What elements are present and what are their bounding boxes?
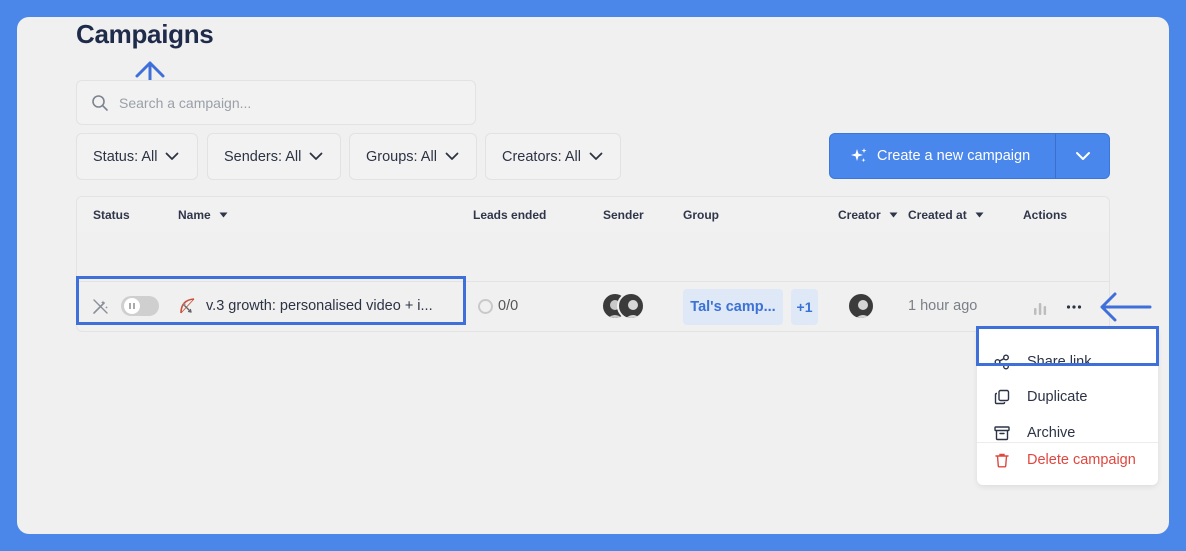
archive-icon <box>994 426 1010 441</box>
bar-chart-icon[interactable] <box>1032 300 1048 316</box>
app-frame: Campaigns Status: All Senders: All Group… <box>17 17 1169 534</box>
menu-item-duplicate[interactable]: Duplicate <box>977 379 1158 415</box>
delete-campaign-label: Delete campaign <box>1027 452 1136 468</box>
header-leads-ended-label: Leads ended <box>473 208 547 222</box>
header-created-at-label: Created at <box>908 208 967 222</box>
header-group-label: Group <box>683 208 719 222</box>
create-campaign-button[interactable]: Create a new campaign <box>830 134 1055 178</box>
header-status-label: Status <box>93 208 130 222</box>
groups-filter-label: Groups: All <box>366 148 437 165</box>
search-box[interactable] <box>76 80 476 125</box>
group-more-chip[interactable]: +1 <box>791 289 818 325</box>
create-campaign-dropdown-button[interactable] <box>1056 134 1110 178</box>
header-created-at[interactable]: Created at <box>908 208 984 222</box>
creators-filter-label: Creators: All <box>502 148 581 165</box>
header-creator[interactable]: Creator <box>838 208 898 222</box>
status-filter-label: Status: All <box>93 148 158 165</box>
annotation-arrow-left-icon <box>1100 292 1152 322</box>
header-name[interactable]: Name <box>178 208 228 222</box>
header-sender: Sender <box>603 208 644 222</box>
highlight-box <box>976 326 1159 366</box>
sender-avatar[interactable] <box>617 292 645 320</box>
sparkle-icon <box>851 148 867 163</box>
duplicate-label: Duplicate <box>1027 389 1088 405</box>
chevron-down-icon <box>309 152 323 160</box>
create-campaign-label: Create a new campaign <box>877 148 1031 164</box>
header-creator-label: Creator <box>838 208 881 222</box>
header-status: Status <box>93 208 130 222</box>
senders-filter[interactable]: Senders: All <box>207 133 341 180</box>
trash-icon <box>995 453 1009 468</box>
create-campaign-split-button: Create a new campaign <box>829 133 1110 179</box>
sort-caret-icon <box>889 212 898 218</box>
search-input[interactable] <box>119 81 459 124</box>
sort-caret-icon <box>975 212 984 218</box>
progress-ring-icon <box>478 298 493 314</box>
archive-label: Archive <box>1027 425 1076 441</box>
highlight-box <box>76 276 466 325</box>
header-name-label: Name <box>178 208 211 222</box>
more-horizontal-icon[interactable] <box>1066 304 1082 310</box>
search-icon <box>92 95 108 111</box>
header-sender-label: Sender <box>603 208 644 222</box>
senders-filter-label: Senders: All <box>224 148 302 165</box>
status-filter[interactable]: Status: All <box>76 133 198 180</box>
groups-filter[interactable]: Groups: All <box>349 133 477 180</box>
chevron-down-icon <box>445 152 459 160</box>
page-title: Campaigns <box>76 19 214 49</box>
copy-icon <box>994 389 1010 405</box>
leads-ended-value: 0/0 <box>498 298 519 314</box>
menu-item-delete-campaign[interactable]: Delete campaign <box>977 442 1158 478</box>
creator-avatar[interactable] <box>847 292 875 320</box>
sort-caret-icon <box>219 212 228 218</box>
chevron-down-icon <box>1076 152 1090 160</box>
header-actions-label: Actions <box>1023 208 1068 222</box>
creators-filter[interactable]: Creators: All <box>485 133 621 180</box>
group-chip[interactable]: Tal's camp... <box>683 289 783 325</box>
chevron-down-icon <box>589 152 603 160</box>
header-leads-ended: Leads ended <box>473 208 546 222</box>
table-header: Status Name Leads ended Sender Group Cre… <box>77 197 1109 232</box>
leads-ended-cell: 0/0 <box>478 298 518 314</box>
header-actions: Actions <box>1023 208 1067 222</box>
header-group: Group <box>683 208 719 222</box>
created-at-value: 1 hour ago <box>908 298 978 314</box>
chevron-down-icon <box>166 152 179 160</box>
